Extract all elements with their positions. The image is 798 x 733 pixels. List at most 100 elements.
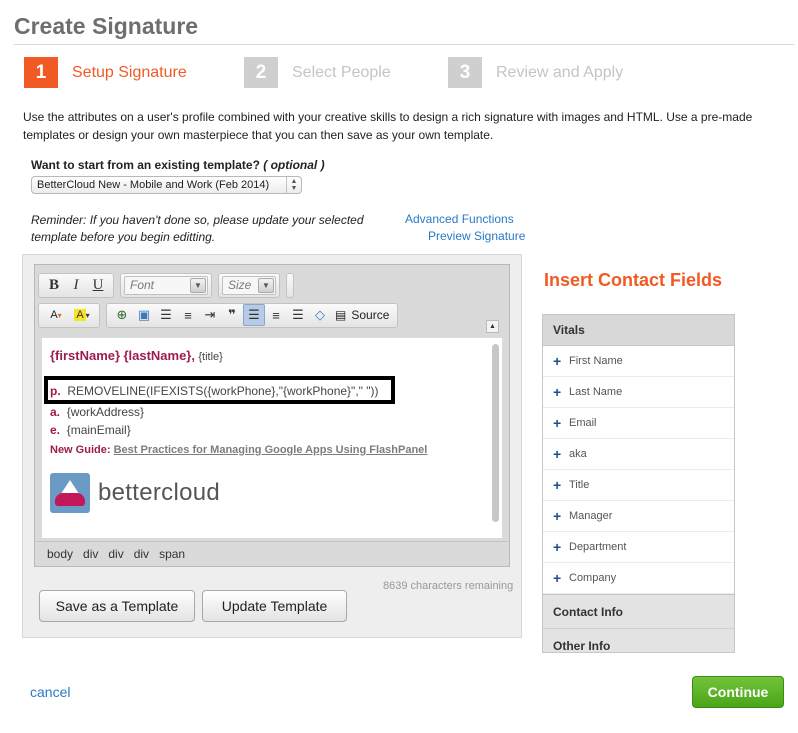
preview-signature-link[interactable]: Preview Signature: [428, 229, 525, 243]
field-last-name[interactable]: + Last Name: [543, 377, 734, 408]
continue-button[interactable]: Continue: [692, 676, 784, 708]
guide-line: New Guide: Best Practices for Managing G…: [50, 444, 427, 456]
advanced-functions-link[interactable]: Advanced Functions: [405, 212, 514, 226]
indent-icon[interactable]: ⇥: [199, 304, 221, 326]
field-department[interactable]: + Department: [543, 532, 734, 563]
field-first-name[interactable]: + First Name: [543, 346, 734, 377]
template-select-value: BetterCloud New - Mobile and Work (Feb 2…: [37, 179, 270, 191]
logo-text: bettercloud: [98, 479, 221, 506]
step-number-1: 1: [24, 57, 58, 88]
email-label: e.: [50, 423, 61, 437]
address-var: {workAddress}: [66, 405, 145, 419]
cancel-link[interactable]: cancel: [30, 684, 70, 700]
source-button[interactable]: ▤ Source: [331, 308, 393, 322]
step-number-2: 2: [244, 57, 278, 88]
bulleted-list-icon[interactable]: ≡: [177, 304, 199, 326]
field-label: Title: [569, 479, 590, 491]
field-manager[interactable]: + Manager: [543, 501, 734, 532]
vitals-header[interactable]: Vitals: [543, 315, 734, 346]
step-review-apply[interactable]: 3 Review and Apply: [448, 57, 623, 88]
path-item[interactable]: span: [159, 547, 185, 561]
blockquote-icon[interactable]: ❞: [221, 304, 243, 326]
plus-icon: +: [553, 570, 562, 586]
step-label-3: Review and Apply: [496, 63, 624, 81]
field-label: Department: [569, 541, 627, 553]
template-select[interactable]: BetterCloud New - Mobile and Work (Feb 2…: [31, 176, 302, 194]
plus-icon: +: [553, 415, 562, 431]
italic-button[interactable]: I: [65, 274, 87, 296]
address-line: a. {workAddress}: [50, 405, 144, 419]
collapse-toolbar-icon[interactable]: ▲: [486, 320, 499, 333]
field-label: Manager: [569, 510, 613, 522]
font-group: Font ▼: [120, 272, 212, 298]
path-item[interactable]: body: [47, 547, 73, 561]
plus-icon: +: [553, 353, 562, 369]
field-label: First Name: [569, 355, 623, 367]
source-button-label: Source: [351, 308, 390, 322]
template-optional-text: ( optional ): [263, 158, 325, 172]
step-setup-signature[interactable]: 1 Setup Signature: [24, 57, 187, 88]
step-label-2: Select People: [292, 63, 391, 81]
contact-info-section[interactable]: Contact Info: [543, 595, 734, 629]
image-icon[interactable]: ▣: [133, 304, 155, 326]
email-var: {mainEmail}: [66, 423, 131, 437]
numbered-list-icon[interactable]: ☰: [155, 304, 177, 326]
field-label: Last Name: [569, 386, 623, 398]
text-color-icon[interactable]: A ▾: [43, 304, 69, 326]
source-doc-icon: ▤: [335, 308, 347, 322]
contact-fields-panel: Vitals + First Name + Last Name + Email + ak…: [542, 314, 735, 653]
toolbar-end-group: [286, 272, 294, 298]
plus-icon: +: [553, 508, 562, 524]
reminder-text: Reminder: If you haven't done so, please…: [31, 213, 364, 244]
font-combo[interactable]: Font ▼: [124, 275, 208, 295]
editor-scrollbar[interactable]: [492, 344, 499, 522]
vitals-list: + First Name + Last Name + Email + aka + Titl…: [543, 346, 734, 595]
intro-text: Use the attributes on a user's profile c…: [23, 110, 753, 142]
format-group: B I U: [38, 272, 114, 298]
chevron-down-icon: ▼: [258, 277, 274, 293]
field-company[interactable]: + Company: [543, 563, 734, 594]
align-left-icon[interactable]: ☰: [243, 304, 265, 326]
guide-label: New Guide:: [50, 444, 111, 456]
field-label: aka: [569, 448, 587, 460]
underline-button[interactable]: U: [87, 274, 109, 296]
size-combo[interactable]: Size ▼: [222, 275, 276, 295]
bettercloud-logo-icon: [50, 473, 90, 513]
eraser-icon[interactable]: ◇: [309, 304, 331, 326]
insert-group: ⊕ ▣ ☰ ≡ ⇥ ❞ ☰ ≡ ☰ ◇ ▤ Source: [106, 302, 399, 328]
select-arrows-icon: ▲ ▼: [286, 177, 301, 193]
title-divider: [14, 44, 794, 45]
insert-fields-title: Insert Contact Fields: [544, 270, 723, 290]
size-group: Size ▼: [218, 272, 280, 298]
name-comma: ,: [191, 348, 195, 363]
chevron-down-icon: ▼: [190, 277, 206, 293]
path-item[interactable]: div: [108, 547, 123, 561]
plus-icon: +: [553, 446, 562, 462]
element-path-bar: body div div div span: [35, 541, 509, 566]
template-question: Want to start from an existing template?…: [31, 158, 325, 172]
step-number-3: 3: [448, 57, 482, 88]
editor-content[interactable]: {firstName} {lastName}, {title} p. REMOV…: [42, 338, 502, 538]
field-title[interactable]: + Title: [543, 470, 734, 501]
background-color-icon[interactable]: A ▾: [69, 304, 95, 326]
path-item[interactable]: div: [83, 547, 98, 561]
other-info-section[interactable]: Other Info: [543, 629, 734, 652]
update-template-button[interactable]: Update Template: [202, 590, 347, 622]
bold-button[interactable]: B: [43, 274, 65, 296]
field-aka[interactable]: + aka: [543, 439, 734, 470]
align-right-icon[interactable]: ☰: [287, 304, 309, 326]
highlight-box: [44, 376, 395, 404]
guide-link[interactable]: Best Practices for Managing Google Apps …: [114, 444, 428, 456]
step-label-1: Setup Signature: [72, 63, 187, 81]
path-item[interactable]: div: [134, 547, 149, 561]
plus-icon: +: [553, 539, 562, 555]
step-select-people[interactable]: 2 Select People: [244, 57, 391, 88]
align-center-icon[interactable]: ≡: [265, 304, 287, 326]
first-name-var: {firstName}: [50, 348, 121, 363]
plus-icon: +: [553, 477, 562, 493]
link-globe-icon[interactable]: ⊕: [111, 304, 133, 326]
save-as-template-button[interactable]: Save as a Template: [39, 590, 195, 622]
field-email[interactable]: + Email: [543, 408, 734, 439]
name-line: {firstName} {lastName}, {title}: [50, 348, 223, 363]
template-question-text: Want to start from an existing template?: [31, 158, 260, 172]
